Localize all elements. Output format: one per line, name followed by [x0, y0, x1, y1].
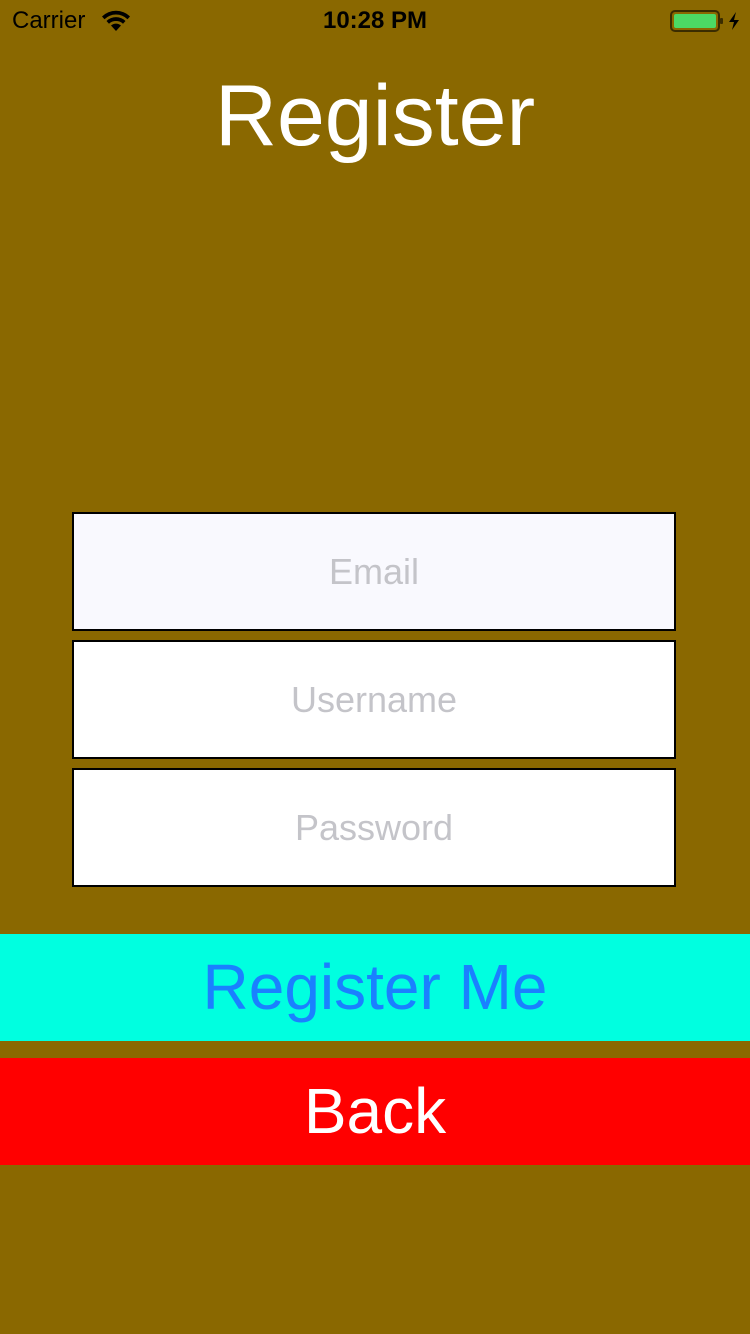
status-time: 10:28 PM [322, 7, 428, 34]
password-input[interactable] [74, 770, 674, 885]
username-input[interactable] [74, 642, 674, 757]
battery-icon [670, 10, 739, 32]
register-me-button[interactable]: Register Me [0, 934, 750, 1041]
page-title: Register [214, 68, 536, 164]
status-bar: Carrier 10:28 PM [0, 0, 750, 40]
email-input[interactable] [74, 514, 674, 629]
back-button[interactable]: Back [0, 1058, 750, 1165]
email-field[interactable] [72, 512, 676, 631]
username-field[interactable] [72, 640, 676, 759]
password-field[interactable] [72, 768, 676, 887]
